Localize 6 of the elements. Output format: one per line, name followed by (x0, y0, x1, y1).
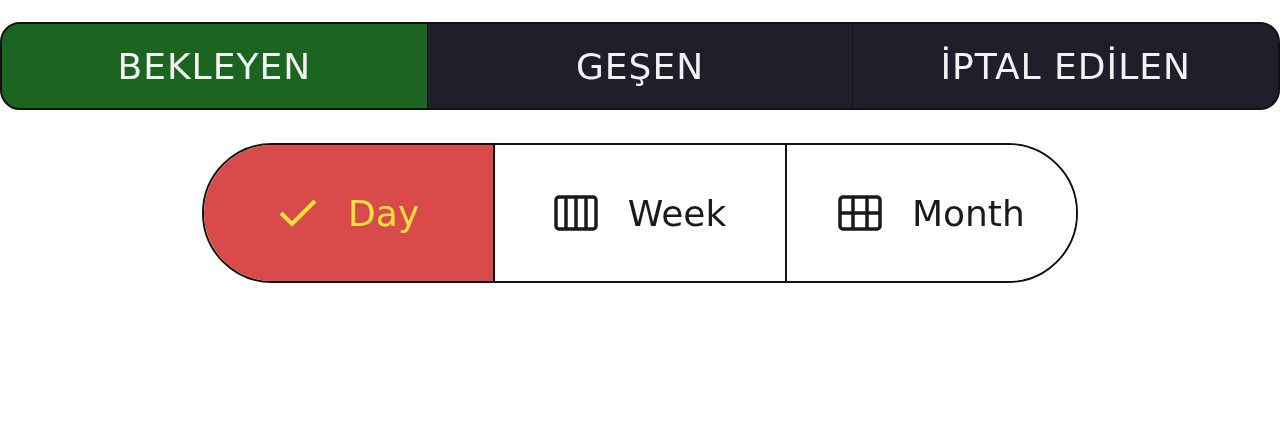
columns-icon (553, 195, 598, 231)
check-icon (278, 197, 319, 229)
view-segment[interactable]: Month (784, 145, 1076, 281)
status-tab[interactable]: BEKLEYEN (2, 24, 427, 108)
grid-icon (837, 195, 882, 231)
status-tab[interactable]: İPTAL EDİLEN (852, 24, 1278, 108)
